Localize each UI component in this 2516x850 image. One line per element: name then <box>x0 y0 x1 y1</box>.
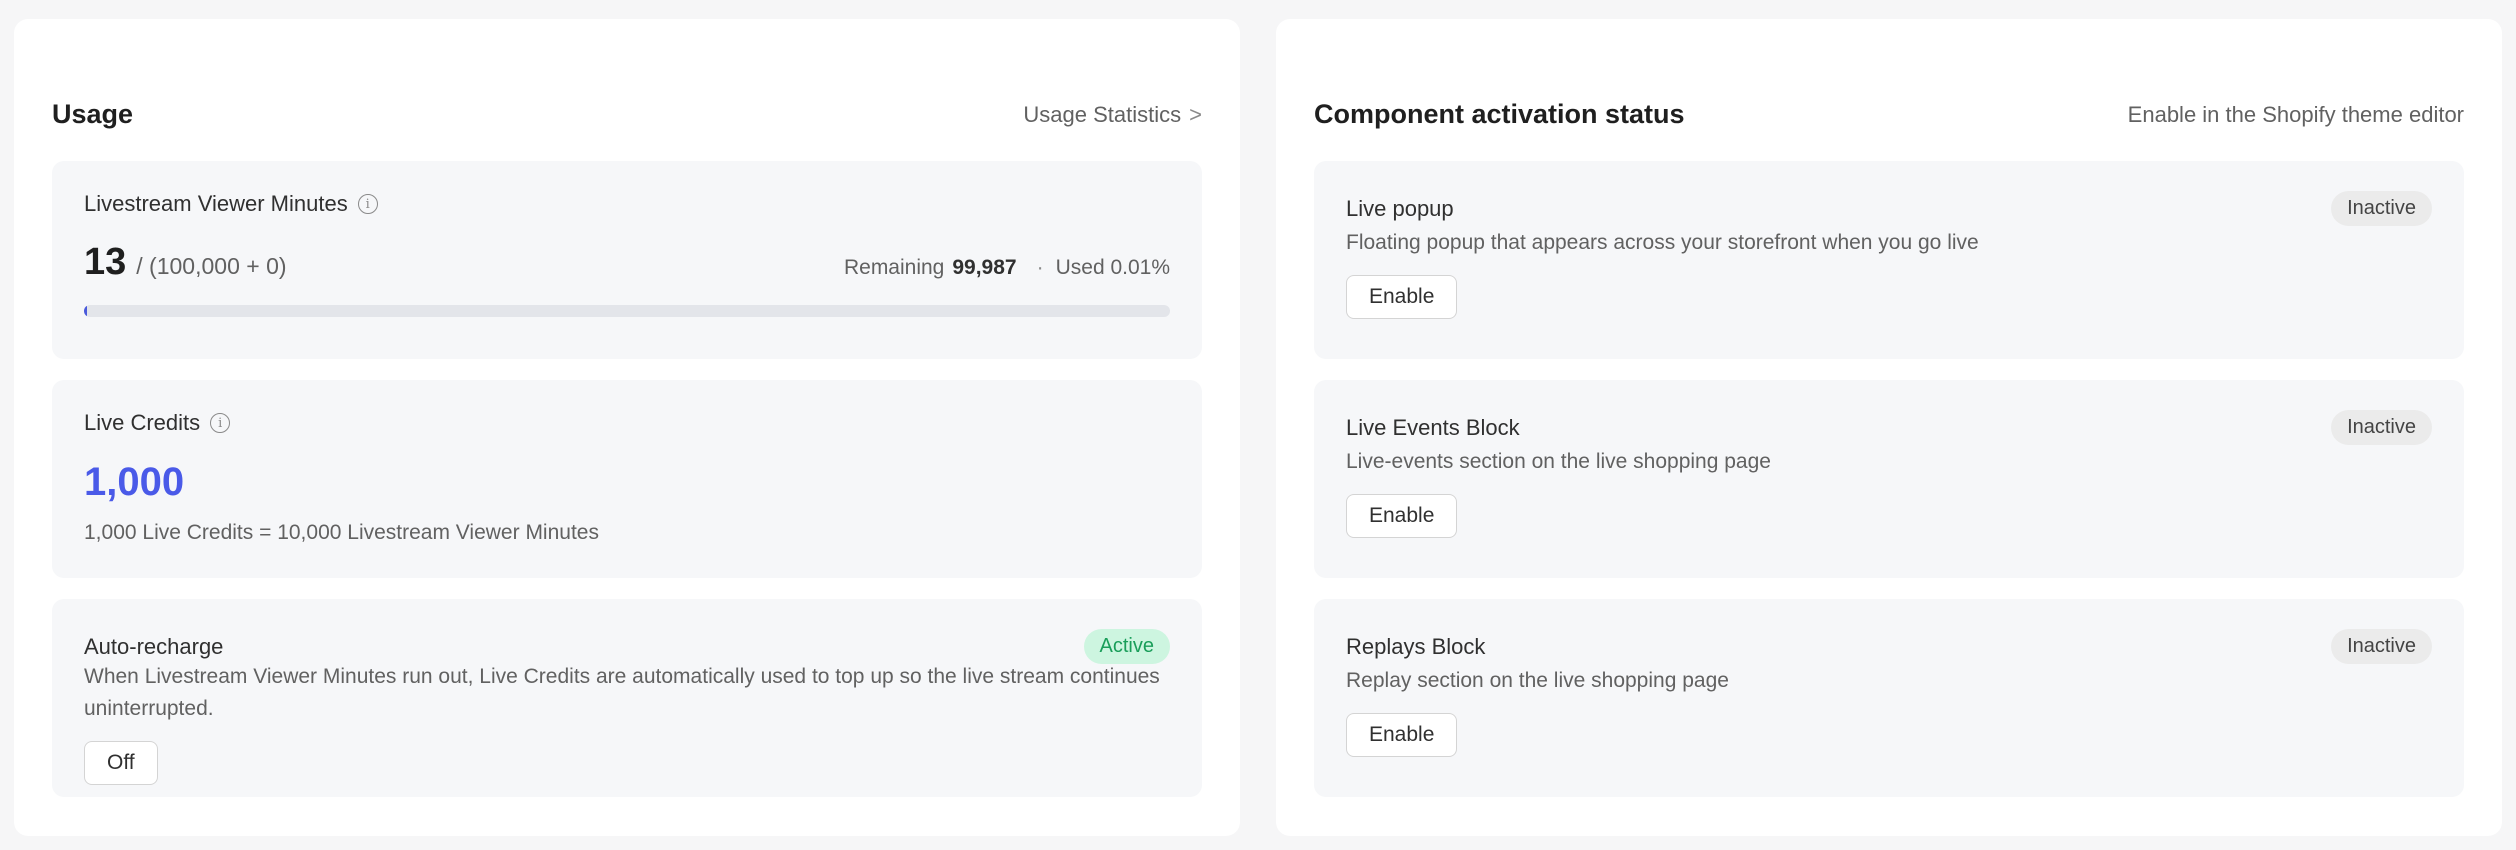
component-card-replays-block: Replays Block Inactive Replay section on… <box>1314 599 2464 797</box>
info-icon[interactable]: i <box>357 194 378 214</box>
viewer-minutes-title-row: Livestream Viewer Minutes i <box>84 191 1170 217</box>
auto-recharge-card: Auto-recharge Active When Livestream Vie… <box>52 599 1202 797</box>
component-status-badge: Inactive <box>2331 410 2432 445</box>
remaining-label: Remaining <box>843 256 945 279</box>
viewer-minutes-title: Livestream Viewer Minutes i <box>84 191 378 217</box>
viewer-minutes-summary: Remaining 99,987 · Used 0.01% <box>844 256 1170 280</box>
component-title: Live Events Block <box>1346 414 1520 440</box>
live-credits-value: 1,000 <box>84 460 185 504</box>
usage-panel: Usage Usage Statistics > Livestream View… <box>14 19 1240 836</box>
summary-separator: · <box>1036 256 1044 279</box>
component-card-live-events-block: Live Events Block Inactive Live-events s… <box>1314 380 2464 578</box>
component-description: Replay section on the live shopping page <box>1346 669 1729 692</box>
live-credits-note: 1,000 Live Credits = 10,000 Livestream V… <box>84 521 599 544</box>
component-status-badge: Inactive <box>2331 191 2432 226</box>
component-status-badge: Inactive <box>2331 629 2432 664</box>
component-description: Live-events section on the live shopping… <box>1346 450 1771 473</box>
viewer-minutes-usage-line: 13 / (100,000 + 0) Remaining 99,987 · Us… <box>84 241 1170 284</box>
remaining-value: 99,987 <box>952 256 1017 279</box>
viewer-minutes-used: 13 <box>84 241 127 283</box>
component-panel-header: Component activation status Enable in th… <box>1314 99 2464 130</box>
live-credits-label: Live Credits <box>84 410 201 435</box>
component-status-panel: Component activation status Enable in th… <box>1276 19 2502 836</box>
auto-recharge-description: When Livestream Viewer Minutes run out, … <box>84 665 1160 720</box>
component-description: Floating popup that appears across your … <box>1346 231 1979 254</box>
usage-statistics-label: Usage Statistics <box>1023 101 1182 127</box>
auto-recharge-title-row: Auto-recharge Active <box>84 629 1170 664</box>
viewer-minutes-progress-fill <box>84 305 87 317</box>
enable-live-events-block-button[interactable]: Enable <box>1346 494 1458 538</box>
viewer-minutes-card: Livestream Viewer Minutes i 13 / (100,00… <box>52 161 1202 359</box>
viewer-minutes-label: Livestream Viewer Minutes <box>84 191 348 216</box>
component-title: Live popup <box>1346 195 1454 221</box>
enable-live-popup-button[interactable]: Enable <box>1346 275 1458 319</box>
usage-panel-header: Usage Usage Statistics > <box>52 99 1202 130</box>
live-credits-title-row: Live Credits i <box>84 410 1170 436</box>
auto-recharge-status-badge: Active <box>1083 629 1170 664</box>
info-icon[interactable]: i <box>210 413 231 433</box>
component-title-row: Live popup Inactive <box>1346 191 2432 226</box>
live-credits-title: Live Credits i <box>84 410 231 436</box>
viewer-minutes-usage: 13 / (100,000 + 0) <box>84 241 287 284</box>
viewer-minutes-total: / (100,000 + 0) <box>136 253 287 279</box>
usage-statistics-link[interactable]: Usage Statistics > <box>1023 102 1202 128</box>
component-title-row: Live Events Block Inactive <box>1346 410 2432 445</box>
live-credits-card: Live Credits i 1,000 1,000 Live Credits … <box>52 380 1202 578</box>
auto-recharge-title: Auto-recharge <box>84 633 224 659</box>
component-status-title: Component activation status <box>1314 99 1685 129</box>
component-card-live-popup: Live popup Inactive Floating popup that … <box>1314 161 2464 359</box>
component-title: Replays Block <box>1346 633 1486 659</box>
component-title-row: Replays Block Inactive <box>1346 629 2432 664</box>
enable-replays-block-button[interactable]: Enable <box>1346 713 1458 757</box>
used-percent: Used 0.01% <box>1055 256 1170 279</box>
chevron-right-icon: > <box>1189 101 1202 127</box>
page: Usage Usage Statistics > Livestream View… <box>0 0 2516 850</box>
usage-title: Usage <box>52 99 134 129</box>
theme-editor-hint: Enable in the Shopify theme editor <box>2127 101 2464 127</box>
auto-recharge-off-button[interactable]: Off <box>84 741 158 785</box>
viewer-minutes-progress-bar <box>84 305 1170 317</box>
